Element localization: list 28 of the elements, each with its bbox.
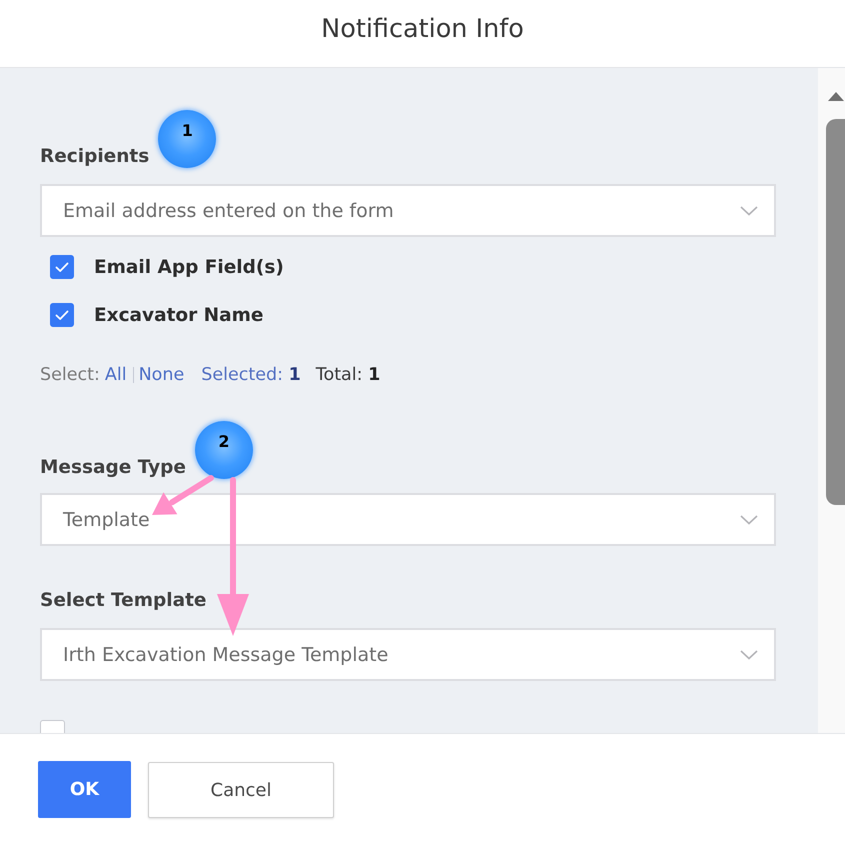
cancel-button[interactable]: Cancel [148,762,334,818]
total-count: Total: 1 [316,365,380,385]
field-label: Recipients [40,146,150,168]
field-label: Select Template [40,590,206,612]
number-badge: 2 [194,421,253,479]
checkbox-label: Email App Field(s) [94,256,284,278]
number-badge: 1 [158,110,216,168]
checkbox[interactable] [50,255,74,279]
dropdown-field[interactable]: Template [40,493,776,546]
scroll-up-icon[interactable] [828,92,844,101]
select-label: Select: [40,365,100,385]
chevron-down-icon [740,206,758,216]
dialog-title: Notification Info [321,13,524,45]
checkbox-label: Excavator Name [94,304,264,326]
select-all-link[interactable]: All [104,365,127,385]
dropdown-field[interactable]: Irth Excavation Message Template [40,628,776,681]
selected-count: Selected: 1 [201,365,301,385]
chevron-down-icon [740,514,758,524]
select-none-link[interactable]: None [138,365,184,385]
checkmark-icon [55,310,69,320]
dropdown-field[interactable]: Email address entered on the form [40,184,776,237]
ok-button[interactable]: OK [38,761,131,818]
checkbox[interactable] [50,303,74,327]
checkbox[interactable] [40,720,65,733]
scrollbar-thumb[interactable] [826,119,845,505]
field-label: Message Type [40,457,186,479]
checkmark-icon [55,262,69,272]
chevron-down-icon [740,650,758,660]
